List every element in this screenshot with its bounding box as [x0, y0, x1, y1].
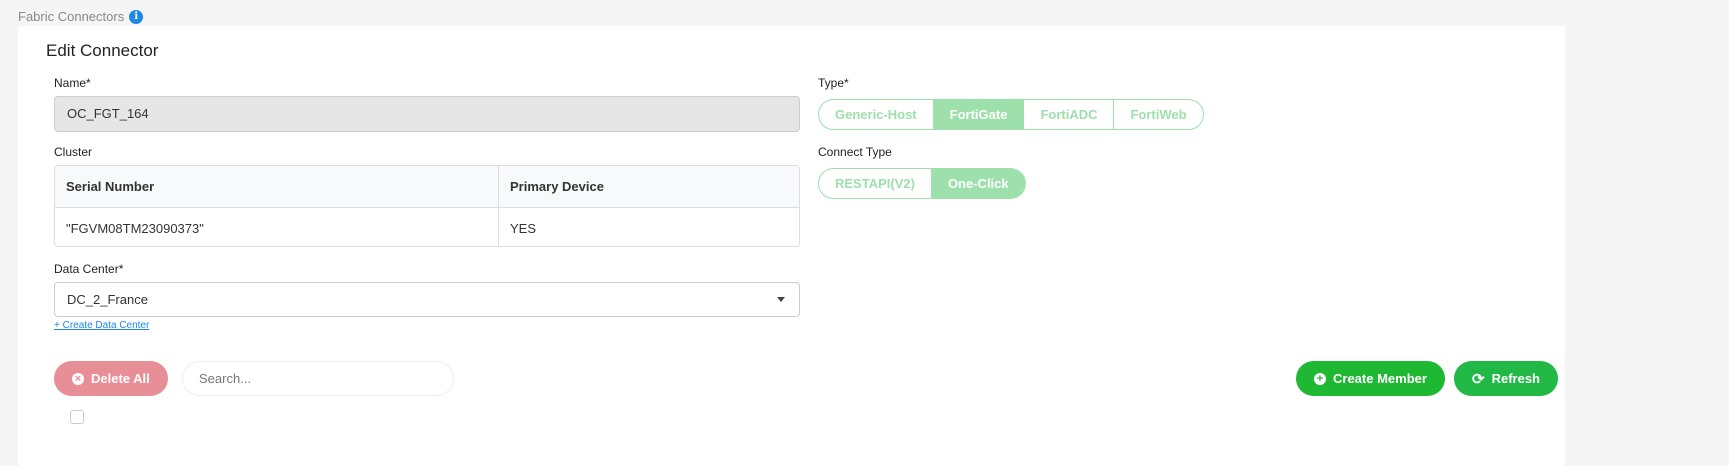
create-datacenter-link[interactable]: + Create Data Center — [54, 320, 149, 331]
cluster-label: Cluster — [54, 145, 93, 159]
type-fortiadc[interactable]: FortiADC — [1024, 100, 1115, 129]
cluster-table: Serial Number Primary Device "FGVM08TM230… — [54, 165, 800, 247]
connect-type-label: Connect Type — [818, 145, 892, 159]
page-title: Edit Connector — [46, 41, 159, 60]
breadcrumb-title: Fabric Connectors — [18, 9, 125, 24]
name-label: Name* — [54, 76, 91, 90]
plus-circle-icon: + — [1314, 372, 1326, 385]
close-circle-icon: × — [72, 372, 84, 385]
connect-type-one-click[interactable]: One-Click — [931, 169, 1025, 198]
cell-primary: YES — [510, 221, 537, 236]
select-all-checkbox[interactable] — [70, 410, 84, 424]
connect-type-restapi[interactable]: RESTAPI(V2) — [819, 169, 932, 198]
type-label: Type* — [818, 76, 849, 90]
connect-type-selector: RESTAPI(V2) One-Click — [818, 168, 1026, 199]
cell-serial: "FGVM08TM23090373" — [55, 208, 499, 246]
create-member-button[interactable]: + Create Member — [1296, 361, 1445, 396]
create-member-label: Create Member — [1333, 371, 1427, 386]
header-primary: Primary Device — [510, 179, 604, 194]
chevron-down-icon — [777, 297, 785, 302]
refresh-label: Refresh — [1491, 371, 1540, 386]
type-fortiweb[interactable]: FortiWeb — [1114, 100, 1202, 129]
table-row: "FGVM08TM23090373" YES — [55, 208, 799, 246]
refresh-button[interactable]: ⟳ Refresh — [1454, 361, 1558, 396]
type-generic-host[interactable]: Generic-Host — [819, 100, 934, 129]
refresh-icon: ⟳ — [1472, 370, 1485, 388]
header-serial: Serial Number — [55, 166, 499, 207]
edit-connector-card: Edit Connector Name* OC_FGT_164 Cluster … — [18, 26, 1565, 466]
datacenter-label: Data Center* — [54, 262, 124, 276]
table-header: Serial Number Primary Device — [55, 166, 799, 208]
type-fortigate[interactable]: FortiGate — [933, 100, 1025, 129]
delete-all-label: Delete All — [91, 371, 150, 386]
breadcrumb: Fabric Connectors i — [18, 9, 144, 24]
search-input[interactable]: Search... — [182, 361, 454, 396]
datacenter-select[interactable]: DC_2_France — [54, 282, 800, 317]
datacenter-value: DC_2_France — [67, 292, 148, 307]
delete-all-button[interactable]: × Delete All — [54, 361, 168, 396]
name-input[interactable]: OC_FGT_164 — [54, 96, 800, 132]
type-selector: Generic-Host FortiGate FortiADC FortiWeb — [818, 99, 1204, 130]
info-icon[interactable]: i — [129, 9, 144, 24]
